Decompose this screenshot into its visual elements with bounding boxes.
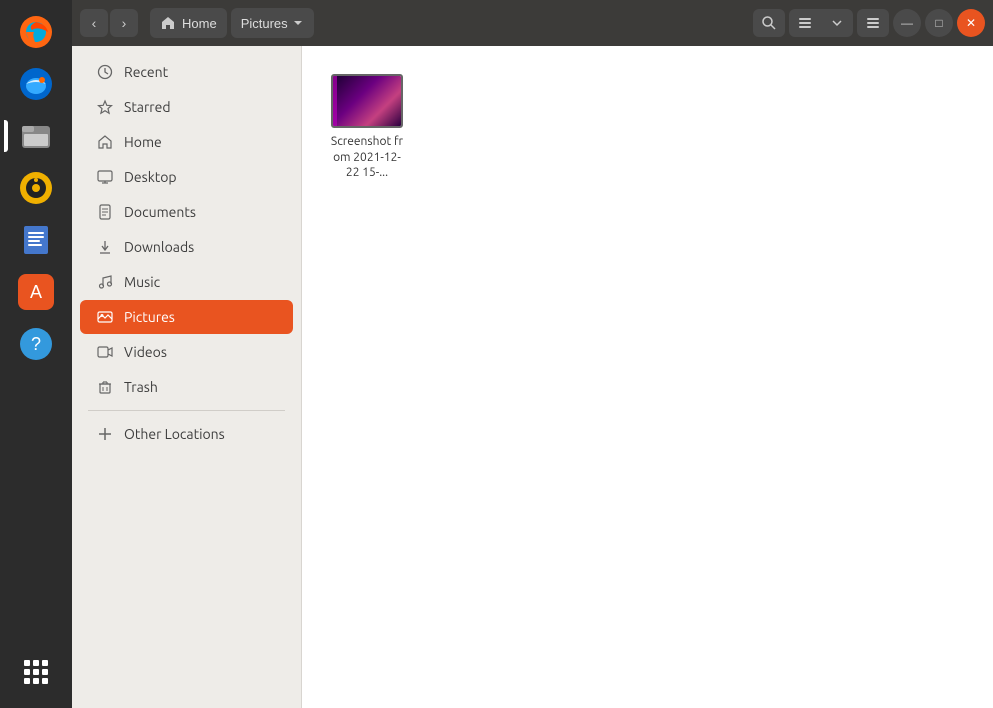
view-options-button[interactable] bbox=[821, 9, 853, 37]
thumbnail-bar bbox=[333, 76, 337, 126]
pictures-icon bbox=[96, 308, 114, 326]
sidebar-item-label-trash: Trash bbox=[124, 379, 158, 395]
maximize-button[interactable]: □ bbox=[925, 9, 953, 37]
svg-text:A: A bbox=[30, 282, 42, 302]
search-icon bbox=[761, 15, 777, 31]
document-icon bbox=[96, 203, 114, 221]
file-name: Screenshot from 2021-12-22 15-... bbox=[330, 134, 404, 181]
sidebar-item-label-pictures: Pictures bbox=[124, 309, 175, 325]
titlebar-actions: — □ ✕ bbox=[753, 9, 985, 37]
dock-icon-rhythmbox[interactable] bbox=[12, 164, 60, 212]
back-button[interactable]: ‹ bbox=[80, 9, 108, 37]
home-icon bbox=[96, 133, 114, 151]
hamburger-icon bbox=[865, 15, 881, 31]
file-area: Screenshot from 2021-12-22 15-... bbox=[302, 46, 993, 708]
sidebar-item-label-other: Other Locations bbox=[124, 426, 225, 442]
sidebar-item-documents[interactable]: Documents bbox=[80, 195, 293, 229]
sidebar-item-other-locations[interactable]: Other Locations bbox=[80, 417, 293, 451]
sidebar-item-trash[interactable]: Trash bbox=[80, 370, 293, 404]
titlebar: ‹ › Home Pictures bbox=[72, 0, 993, 46]
plus-icon bbox=[96, 425, 114, 443]
sidebar-item-downloads[interactable]: Downloads bbox=[80, 230, 293, 264]
forward-button[interactable]: › bbox=[110, 9, 138, 37]
dock-icon-appstore[interactable]: A bbox=[12, 268, 60, 316]
chevron-down-icon bbox=[831, 17, 843, 29]
dock-icon-thunderbird[interactable] bbox=[12, 60, 60, 108]
dock-icon-files[interactable] bbox=[12, 112, 60, 160]
sidebar: Recent Starred Home bbox=[72, 46, 302, 708]
home-breadcrumb[interactable]: Home bbox=[150, 8, 227, 38]
clock-icon bbox=[96, 63, 114, 81]
home-label: Home bbox=[182, 16, 217, 31]
sidebar-item-label-documents: Documents bbox=[124, 204, 196, 220]
star-icon bbox=[96, 98, 114, 116]
download-icon bbox=[96, 238, 114, 256]
sidebar-item-videos[interactable]: Videos bbox=[80, 335, 293, 369]
location-breadcrumb[interactable]: Pictures bbox=[231, 8, 314, 38]
trash-icon bbox=[96, 378, 114, 396]
dock-icon-firefox[interactable] bbox=[12, 8, 60, 56]
sidebar-item-desktop[interactable]: Desktop bbox=[80, 160, 293, 194]
sidebar-item-recent[interactable]: Recent bbox=[80, 55, 293, 89]
sidebar-item-label-recent: Recent bbox=[124, 64, 168, 80]
list-view-button[interactable] bbox=[789, 9, 821, 37]
file-manager-window: ‹ › Home Pictures bbox=[72, 0, 993, 708]
dock-show-apps[interactable] bbox=[12, 648, 60, 696]
video-icon bbox=[96, 343, 114, 361]
sidebar-item-label-home: Home bbox=[124, 134, 162, 150]
chevron-down-icon bbox=[292, 17, 304, 29]
dock-icon-help[interactable]: ? bbox=[12, 320, 60, 368]
sidebar-item-label-downloads: Downloads bbox=[124, 239, 194, 255]
file-item[interactable]: Screenshot from 2021-12-22 15-... bbox=[322, 66, 412, 189]
minimize-button[interactable]: — bbox=[893, 9, 921, 37]
sidebar-item-pictures[interactable]: Pictures bbox=[80, 300, 293, 334]
sidebar-item-home[interactable]: Home bbox=[80, 125, 293, 159]
content-row: Recent Starred Home bbox=[72, 46, 993, 708]
search-button[interactable] bbox=[753, 9, 785, 37]
sidebar-separator bbox=[88, 410, 285, 411]
close-button[interactable]: ✕ bbox=[957, 9, 985, 37]
nav-buttons: ‹ › bbox=[80, 9, 138, 37]
thumbnail-preview bbox=[333, 76, 401, 126]
desktop-icon bbox=[96, 168, 114, 186]
sidebar-item-label-starred: Starred bbox=[124, 99, 171, 115]
sidebar-item-label-videos: Videos bbox=[124, 344, 167, 360]
svg-text:?: ? bbox=[31, 334, 41, 354]
sidebar-item-label-desktop: Desktop bbox=[124, 169, 177, 185]
menu-button[interactable] bbox=[857, 9, 889, 37]
dock-icon-writer[interactable] bbox=[12, 216, 60, 264]
sidebar-item-label-music: Music bbox=[124, 274, 160, 290]
list-view-icon bbox=[797, 15, 813, 31]
file-thumbnail bbox=[331, 74, 403, 128]
view-toggle bbox=[789, 9, 853, 37]
application-dock: A ? bbox=[0, 0, 72, 708]
grid-icon bbox=[24, 660, 48, 684]
location-label: Pictures bbox=[241, 16, 288, 31]
sidebar-item-music[interactable]: Music bbox=[80, 265, 293, 299]
sidebar-item-starred[interactable]: Starred bbox=[80, 90, 293, 124]
file-grid: Screenshot from 2021-12-22 15-... bbox=[322, 66, 973, 189]
music-icon bbox=[96, 273, 114, 291]
home-icon bbox=[160, 15, 176, 31]
